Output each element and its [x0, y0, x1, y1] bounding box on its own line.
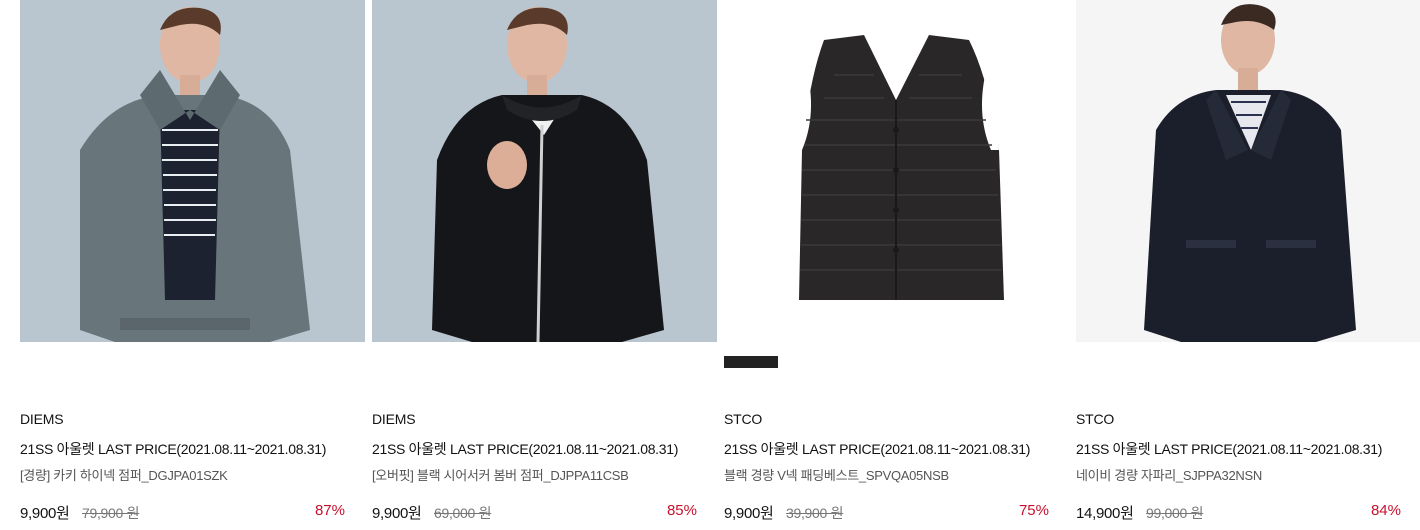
- product-card[interactable]: DIEMS 21SS 아울렛 LAST PRICE(2021.08.11~202…: [20, 0, 365, 530]
- product-card[interactable]: STCO 21SS 아울렛 LAST PRICE(2021.08.11~2021…: [1076, 0, 1420, 530]
- brand-name[interactable]: STCO: [724, 411, 762, 427]
- event-title[interactable]: 21SS 아울렛 LAST PRICE(2021.08.11~2021.08.3…: [724, 439, 1030, 459]
- product-grid: DIEMS 21SS 아울렛 LAST PRICE(2021.08.11~202…: [20, 0, 1420, 530]
- sale-price: 9,900원: [724, 505, 774, 522]
- event-title[interactable]: 21SS 아울렛 LAST PRICE(2021.08.11~2021.08.3…: [20, 439, 326, 459]
- model-grey-highneck-jacket-image: [20, 0, 365, 342]
- product-name[interactable]: [오버핏] 블랙 시어서커 봄버 점퍼_DJPPA11CSB: [372, 465, 629, 484]
- brand-name[interactable]: DIEMS: [372, 411, 416, 427]
- product-name[interactable]: [경량] 카키 하이넥 점퍼_DGJPA01SZK: [20, 465, 228, 484]
- price-row: 14,900원 99,000 원 84%: [1076, 502, 1401, 524]
- original-price: 79,900 원: [82, 505, 140, 521]
- brand-name[interactable]: STCO: [1076, 411, 1114, 427]
- product-name[interactable]: 네이비 경량 자파리_SJPPA32NSN: [1076, 465, 1262, 484]
- price-row: 9,900원 39,900 원 75%: [724, 502, 1049, 524]
- product-name[interactable]: 블랙 경량 V넥 패딩베스트_SPVQA05NSB: [724, 465, 949, 484]
- model-black-bomber-jacket-image: [372, 0, 717, 342]
- original-price: 69,000 원: [434, 505, 492, 521]
- product-image[interactable]: [1076, 0, 1420, 342]
- original-price: 99,000 원: [1146, 505, 1204, 521]
- product-image[interactable]: [20, 0, 365, 342]
- event-title[interactable]: 21SS 아울렛 LAST PRICE(2021.08.11~2021.08.3…: [372, 439, 678, 459]
- price-row: 9,900원 69,000 원 85%: [372, 502, 697, 524]
- color-swatch-bar: [724, 356, 778, 368]
- product-card[interactable]: STCO 21SS 아울렛 LAST PRICE(2021.08.11~2021…: [724, 0, 1069, 530]
- sale-price: 9,900원: [20, 505, 70, 522]
- discount-rate: 84%: [1370, 502, 1401, 519]
- sale-price: 14,900원: [1076, 505, 1134, 522]
- discount-rate: 87%: [314, 502, 345, 519]
- price-row: 9,900원 79,900 원 87%: [20, 502, 345, 524]
- black-padded-vest-image: [724, 0, 1069, 342]
- product-card[interactable]: DIEMS 21SS 아울렛 LAST PRICE(2021.08.11~202…: [372, 0, 717, 530]
- model-navy-jacket-image: [1076, 0, 1420, 342]
- sale-price: 9,900원: [372, 505, 422, 522]
- event-title[interactable]: 21SS 아울렛 LAST PRICE(2021.08.11~2021.08.3…: [1076, 439, 1382, 459]
- product-image[interactable]: [372, 0, 717, 342]
- product-image[interactable]: [724, 0, 1069, 342]
- discount-rate: 85%: [666, 502, 697, 519]
- brand-name[interactable]: DIEMS: [20, 411, 64, 427]
- discount-rate: 75%: [1018, 502, 1049, 519]
- original-price: 39,900 원: [786, 505, 844, 521]
